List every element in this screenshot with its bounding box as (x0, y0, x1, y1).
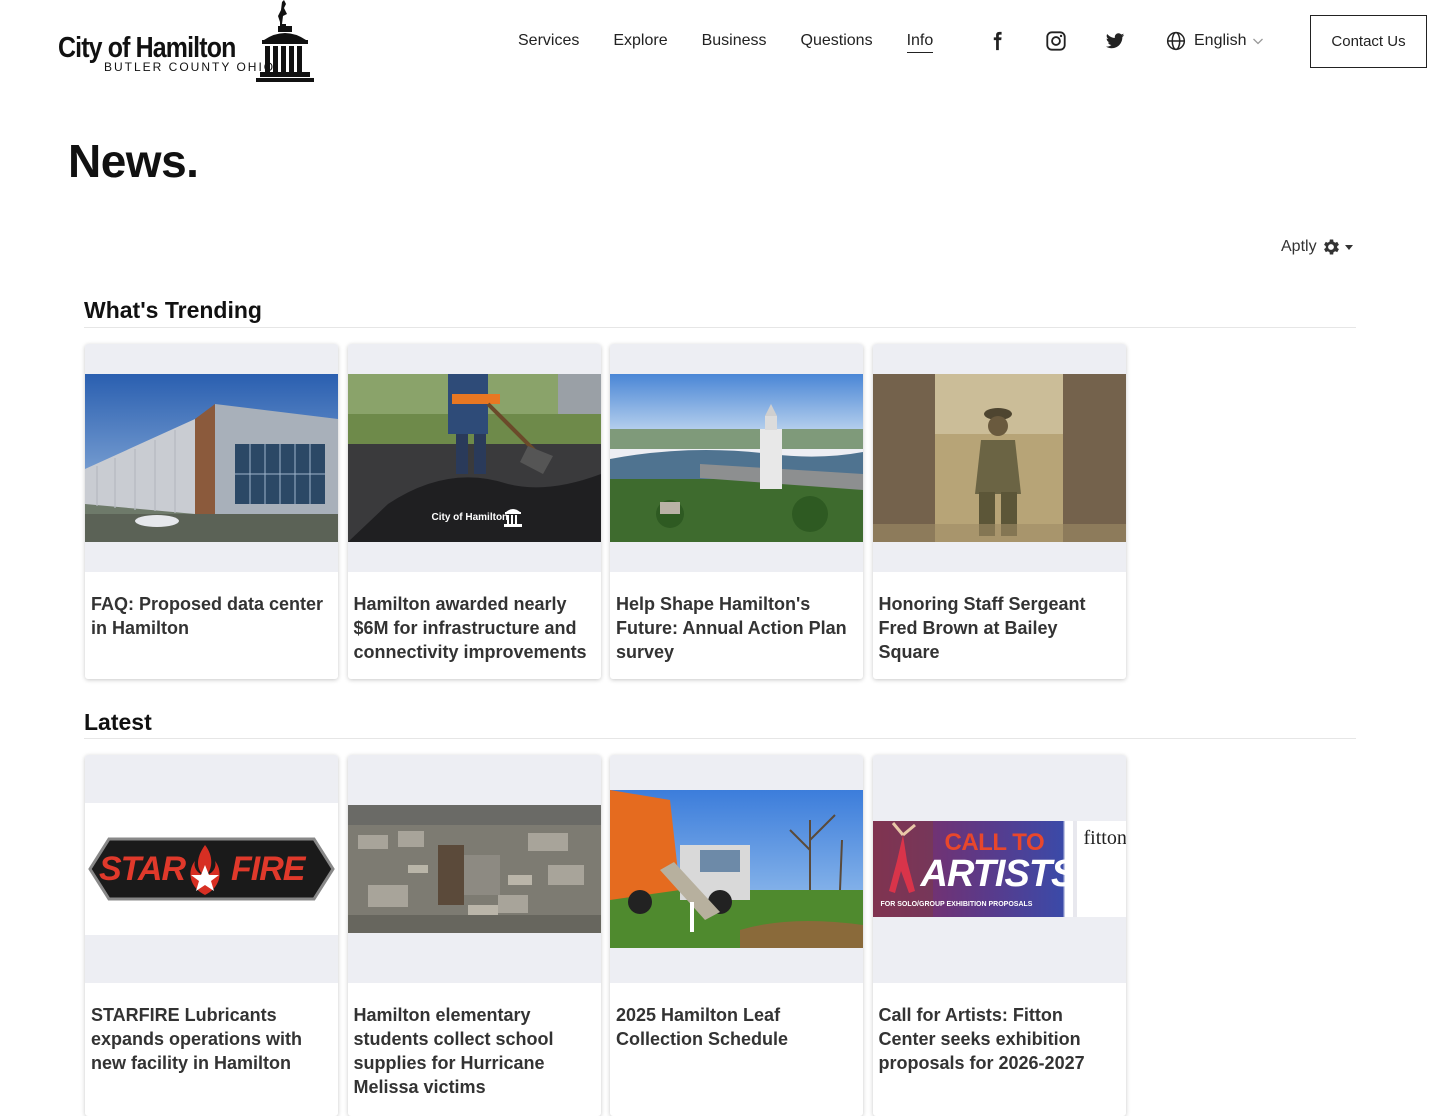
news-card[interactable]: Hamilton elementary students collect sch… (347, 755, 601, 1116)
data-center-image (85, 374, 338, 542)
news-card[interactable]: City of Hamilton Hamilton awarded nearly… (347, 344, 601, 679)
card-image: STAR FIRE (85, 755, 338, 983)
card-image: City of Hamilton (347, 344, 601, 572)
starfire-left-text: STAR (99, 850, 186, 888)
card-image (85, 344, 338, 572)
facebook-icon[interactable] (986, 30, 1008, 52)
chevron-down-icon (1253, 38, 1264, 45)
courthouse-watermark-icon (503, 509, 522, 527)
storm-damage-image (347, 805, 601, 933)
language-selector[interactable]: English (1166, 30, 1272, 52)
trending-divider (84, 327, 1356, 328)
nav-services[interactable]: Services (518, 30, 579, 52)
news-card[interactable]: 2025 Hamilton Leaf Collection Schedule (610, 755, 863, 1116)
latest-heading: Latest (84, 709, 152, 735)
aerial-city-image (610, 374, 863, 542)
news-card[interactable]: CALL TO ARTISTS FOR SOLO/GROUP EXHIBITIO… (872, 755, 1126, 1116)
city-logo[interactable]: City of Hamilton BUTLER COUNTY OHIO (56, 0, 316, 84)
courthouse-icon (256, 0, 314, 82)
nav-explore[interactable]: Explore (613, 30, 667, 52)
banner-line-2: ARTISTS (920, 853, 1077, 895)
starfire-logo-image: STAR FIRE (85, 803, 338, 935)
site-header: City of Hamilton BUTLER COUNTY OHIO Serv… (0, 0, 1440, 90)
card-title[interactable]: Hamilton awarded nearly $6M for infrastr… (348, 572, 601, 664)
fitton-logo: fitton (1083, 827, 1126, 849)
logo-subtitle: BUTLER COUNTY OHIO (104, 60, 276, 74)
card-image (610, 344, 863, 572)
card-image (610, 755, 863, 983)
main-nav: Services Explore Business Questions Info (518, 30, 967, 53)
trending-cards: FAQ: Proposed data center in Hamilton Ci… (85, 344, 1135, 679)
card-title[interactable]: FAQ: Proposed data center in Hamilton (85, 572, 338, 640)
card-title[interactable]: Call for Artists: Fitton Center seeks ex… (873, 983, 1126, 1075)
card-image: CALL TO ARTISTS FOR SOLO/GROUP EXHIBITIO… (872, 755, 1126, 983)
card-title[interactable]: Help Shape Hamilton's Future: Annual Act… (610, 572, 863, 664)
gear-icon (1323, 239, 1339, 255)
contact-us-button[interactable]: Contact Us (1310, 15, 1427, 68)
card-title[interactable]: Hamilton elementary students collect sch… (348, 983, 601, 1099)
nav-business[interactable]: Business (702, 30, 767, 52)
latest-cards: STAR FIRE STARFIRE Lubricants expands op… (85, 755, 1135, 1116)
globe-icon (1166, 31, 1186, 51)
twitter-icon[interactable] (1104, 30, 1126, 52)
card-title[interactable]: 2025 Hamilton Leaf Collection Schedule (610, 983, 863, 1051)
news-card[interactable]: FAQ: Proposed data center in Hamilton (85, 344, 338, 679)
aptly-label: Aptly (1281, 238, 1317, 255)
card-title[interactable]: STARFIRE Lubricants expands operations w… (85, 983, 338, 1075)
instagram-icon[interactable] (1045, 30, 1067, 52)
page-title: News. (68, 135, 199, 187)
trending-heading: What's Trending (84, 297, 262, 323)
starfire-right-text: FIRE (231, 850, 305, 888)
news-card[interactable]: STAR FIRE STARFIRE Lubricants expands op… (85, 755, 338, 1116)
banner-divider (1072, 821, 1077, 917)
card-image (347, 755, 601, 983)
latest-divider (84, 738, 1356, 739)
soldier-portrait-image (872, 374, 1126, 542)
caret-down-icon (1344, 244, 1353, 250)
language-label: English (1194, 32, 1247, 49)
image-watermark: City of Hamilton (431, 512, 509, 523)
leaf-truck-image (610, 790, 863, 948)
banner-footer: FOR SOLO/GROUP EXHIBITION PROPOSALS (880, 901, 1033, 908)
news-card[interactable]: Help Shape Hamilton's Future: Annual Act… (610, 344, 863, 679)
aptly-menu[interactable]: Aptly (1281, 237, 1353, 257)
card-image (872, 344, 1126, 572)
card-title[interactable]: Honoring Staff Sergeant Fred Brown at Ba… (873, 572, 1126, 664)
nav-info[interactable]: Info (906, 30, 934, 53)
news-card[interactable]: Honoring Staff Sergeant Fred Brown at Ba… (872, 344, 1126, 679)
call-to-artists-image: CALL TO ARTISTS FOR SOLO/GROUP EXHIBITIO… (872, 821, 1126, 917)
nav-questions[interactable]: Questions (801, 30, 873, 52)
